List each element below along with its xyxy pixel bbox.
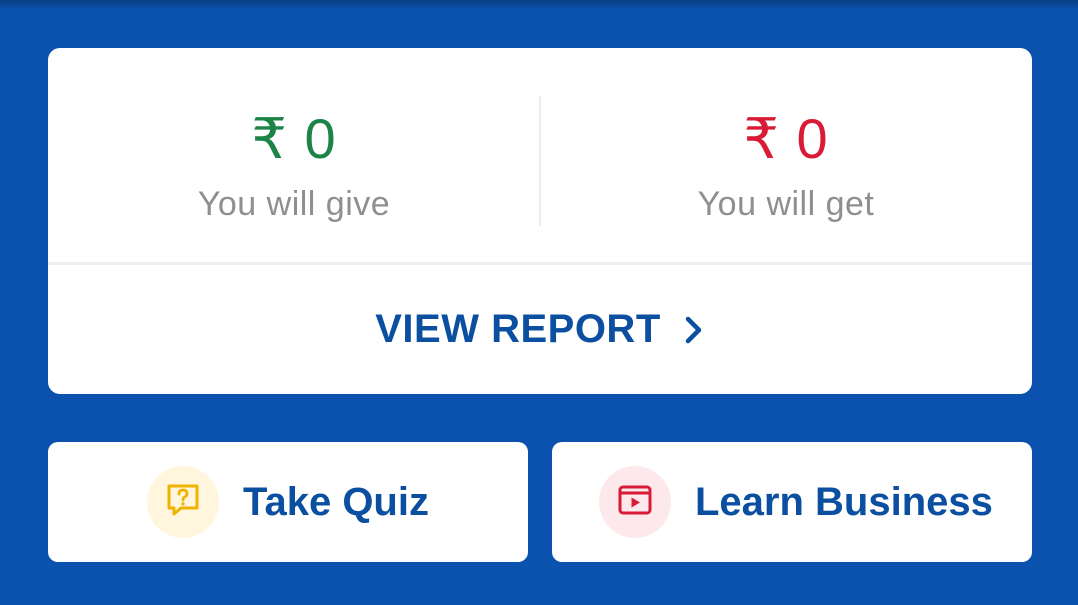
take-quiz-button[interactable]: Take Quiz	[48, 442, 528, 562]
top-shadow	[0, 0, 1078, 10]
get-amount: ₹ 0	[743, 107, 829, 170]
you-will-give-section: ₹ 0 You will give	[48, 48, 540, 262]
video-play-icon	[617, 482, 653, 523]
take-quiz-label: Take Quiz	[243, 479, 429, 524]
balance-summary-card: ₹ 0 You will give ₹ 0 You will get VIEW …	[48, 48, 1032, 394]
learn-icon-badge	[599, 466, 671, 538]
quiz-icon-badge	[147, 466, 219, 538]
learn-business-button[interactable]: Learn Business	[552, 442, 1032, 562]
chevron-right-icon	[683, 315, 705, 345]
you-will-get-section: ₹ 0 You will get	[540, 48, 1032, 262]
quiz-question-icon	[165, 482, 201, 523]
view-report-label: VIEW REPORT	[375, 307, 661, 351]
learn-business-label: Learn Business	[695, 479, 993, 524]
view-report-button[interactable]: VIEW REPORT	[48, 265, 1032, 394]
balances-row: ₹ 0 You will give ₹ 0 You will get	[48, 48, 1032, 262]
give-label: You will give	[197, 185, 391, 223]
give-amount: ₹ 0	[251, 107, 337, 170]
get-label: You will get	[697, 185, 875, 223]
